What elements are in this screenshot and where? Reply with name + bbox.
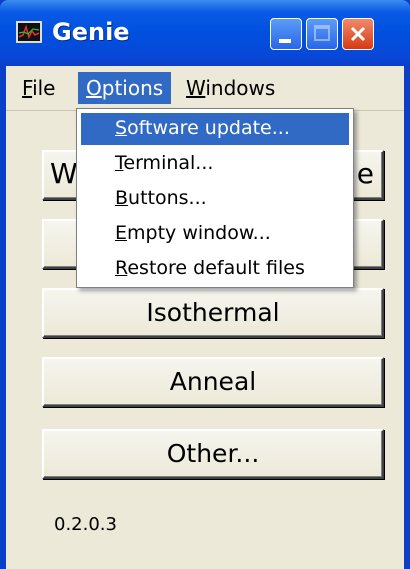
menu-bar: File Options Windows (6, 66, 404, 111)
welcome-right-text: e (356, 157, 374, 190)
menu-item-empty-window[interactable]: Empty window... (81, 218, 349, 250)
window-title: Genie (52, 18, 130, 46)
welcome-left-text: W (50, 157, 78, 190)
close-icon (350, 26, 366, 42)
menu-windows[interactable]: Windows (178, 72, 283, 104)
menu-item-buttons[interactable]: Buttons... (81, 183, 349, 215)
version-label: 0.2.0.3 (54, 514, 117, 535)
other-button[interactable]: Other... (42, 429, 384, 479)
title-bar[interactable]: Genie (0, 0, 410, 66)
options-dropdown-menu: Software update... Terminal... Buttons..… (76, 108, 354, 288)
maximize-button[interactable] (306, 18, 338, 50)
menu-item-restore-default-files[interactable]: Restore default files (81, 253, 349, 285)
menu-file[interactable]: File (14, 72, 63, 104)
genie-window: Genie File Options Windows W e Isotherma… (0, 0, 410, 569)
menu-item-software-update[interactable]: Software update... (81, 113, 349, 145)
isothermal-button[interactable]: Isothermal (42, 288, 384, 338)
oscilloscope-icon[interactable] (16, 21, 42, 43)
close-button[interactable] (342, 18, 374, 50)
menu-item-terminal[interactable]: Terminal... (81, 148, 349, 180)
menu-options-rest: ptions (101, 76, 164, 100)
minimize-button[interactable] (270, 18, 302, 50)
maximize-icon (314, 25, 330, 41)
anneal-button[interactable]: Anneal (42, 357, 384, 407)
menu-options[interactable]: Options (78, 72, 172, 104)
